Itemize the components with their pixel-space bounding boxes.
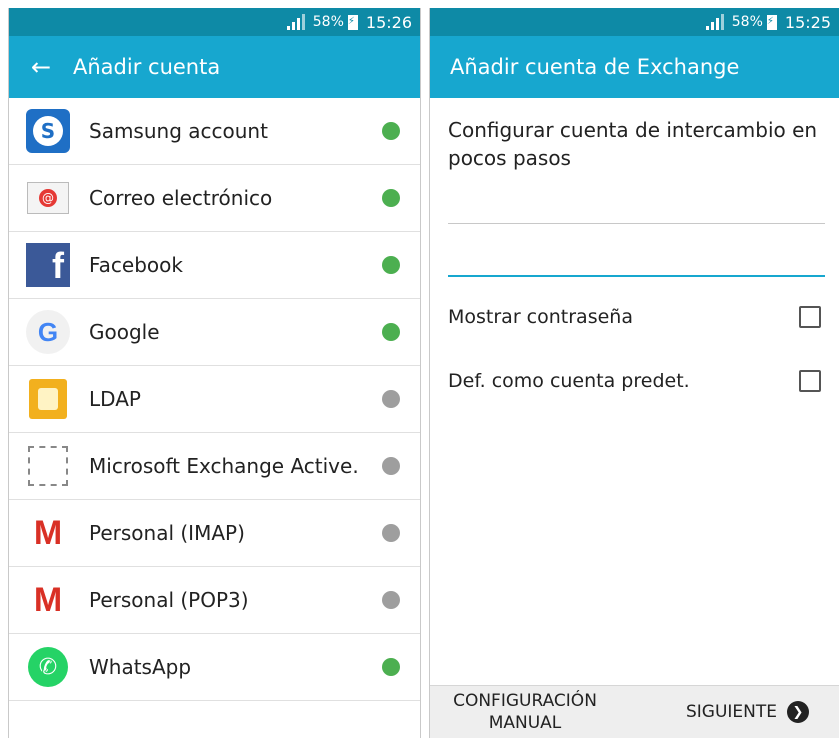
account-row[interactable]: M Personal (POP3)	[9, 567, 420, 634]
gmail-icon: M	[33, 581, 63, 619]
account-label: LDAP	[89, 387, 141, 411]
account-list: S Samsung account @ Correo electrónico f Face…	[9, 98, 420, 701]
exchange-setup-screen: 58% 15:25 Añadir cuenta de Exchange Conf…	[429, 8, 839, 738]
page-title: Añadir cuenta	[73, 55, 221, 79]
show-password-row[interactable]: Mostrar contraseña	[448, 306, 821, 328]
setup-intro: Configurar cuenta de intercambio en poco…	[448, 118, 818, 170]
account-label: Correo electrónico	[89, 186, 273, 210]
battery-icon	[766, 14, 777, 30]
account-label: WhatsApp	[89, 655, 192, 679]
account-row[interactable]: ✆ WhatsApp	[9, 634, 420, 701]
clock: 15:25	[784, 12, 831, 32]
account-row[interactable]: LDAP	[9, 366, 420, 433]
status-bar: 58% 15:25	[430, 8, 839, 36]
account-label: Microsoft Exchange Active.	[89, 454, 359, 478]
account-label: Samsung account	[89, 119, 268, 143]
default-account-row[interactable]: Def. como cuenta predet.	[448, 370, 821, 392]
gmail-icon: M	[33, 514, 63, 552]
next-button[interactable]: SIGUIENTE ❯	[686, 701, 809, 723]
facebook-icon: f	[25, 242, 71, 288]
chevron-right-icon: ❯	[787, 701, 809, 723]
ldap-icon	[25, 376, 71, 422]
default-account-checkbox[interactable]	[799, 370, 821, 392]
status-dot	[382, 189, 400, 207]
add-account-screen: 58% 15:26 ← Añadir cuenta S Samsung accou…	[8, 8, 421, 738]
clock: 15:26	[365, 12, 412, 32]
default-account-label: Def. como cuenta predet.	[448, 370, 690, 392]
exchange-icon	[25, 443, 71, 489]
account-label: Personal (POP3)	[89, 588, 249, 612]
password-field[interactable]	[448, 275, 825, 277]
signal-icon	[286, 14, 305, 30]
bottom-action-bar: CONFIGURACIÓN MANUAL SIGUIENTE ❯	[430, 685, 839, 738]
status-dot	[382, 658, 400, 676]
account-row[interactable]: S Samsung account	[9, 98, 420, 165]
app-bar: Añadir cuenta de Exchange	[430, 36, 839, 98]
account-label: Facebook	[89, 253, 183, 277]
show-password-checkbox[interactable]	[799, 306, 821, 328]
back-arrow-icon[interactable]: ←	[9, 53, 73, 81]
next-label: SIGUIENTE	[685, 702, 777, 722]
account-row[interactable]: @ Correo electrónico	[9, 165, 420, 232]
email-field[interactable]	[448, 223, 825, 224]
signal-icon	[705, 14, 724, 30]
page-title: Añadir cuenta de Exchange	[450, 55, 740, 79]
google-icon: G	[25, 309, 71, 355]
app-bar: ← Añadir cuenta	[9, 36, 420, 98]
account-row[interactable]: M Personal (IMAP)	[9, 500, 420, 567]
status-bar: 58% 15:26	[9, 8, 420, 36]
battery-icon	[347, 14, 358, 30]
status-dot	[382, 591, 400, 609]
status-dot	[382, 457, 400, 475]
whatsapp-icon: ✆	[25, 644, 71, 690]
battery-percent: 58%	[312, 14, 344, 30]
account-label: Personal (IMAP)	[89, 521, 245, 545]
account-label: Google	[89, 320, 160, 344]
battery-percent: 58%	[731, 14, 763, 30]
samsung-icon: S	[25, 108, 71, 154]
account-row[interactable]: Microsoft Exchange Active.	[9, 433, 420, 500]
account-row[interactable]: f Facebook	[9, 232, 420, 299]
manual-setup-button[interactable]: CONFIGURACIÓN MANUAL	[430, 690, 620, 734]
status-dot	[382, 390, 400, 408]
status-dot	[382, 323, 400, 341]
show-password-label: Mostrar contraseña	[448, 306, 633, 328]
status-dot	[382, 122, 400, 140]
email-icon: @	[25, 175, 71, 221]
status-dot	[382, 256, 400, 274]
account-row[interactable]: G Google	[9, 299, 420, 366]
status-dot	[382, 524, 400, 542]
